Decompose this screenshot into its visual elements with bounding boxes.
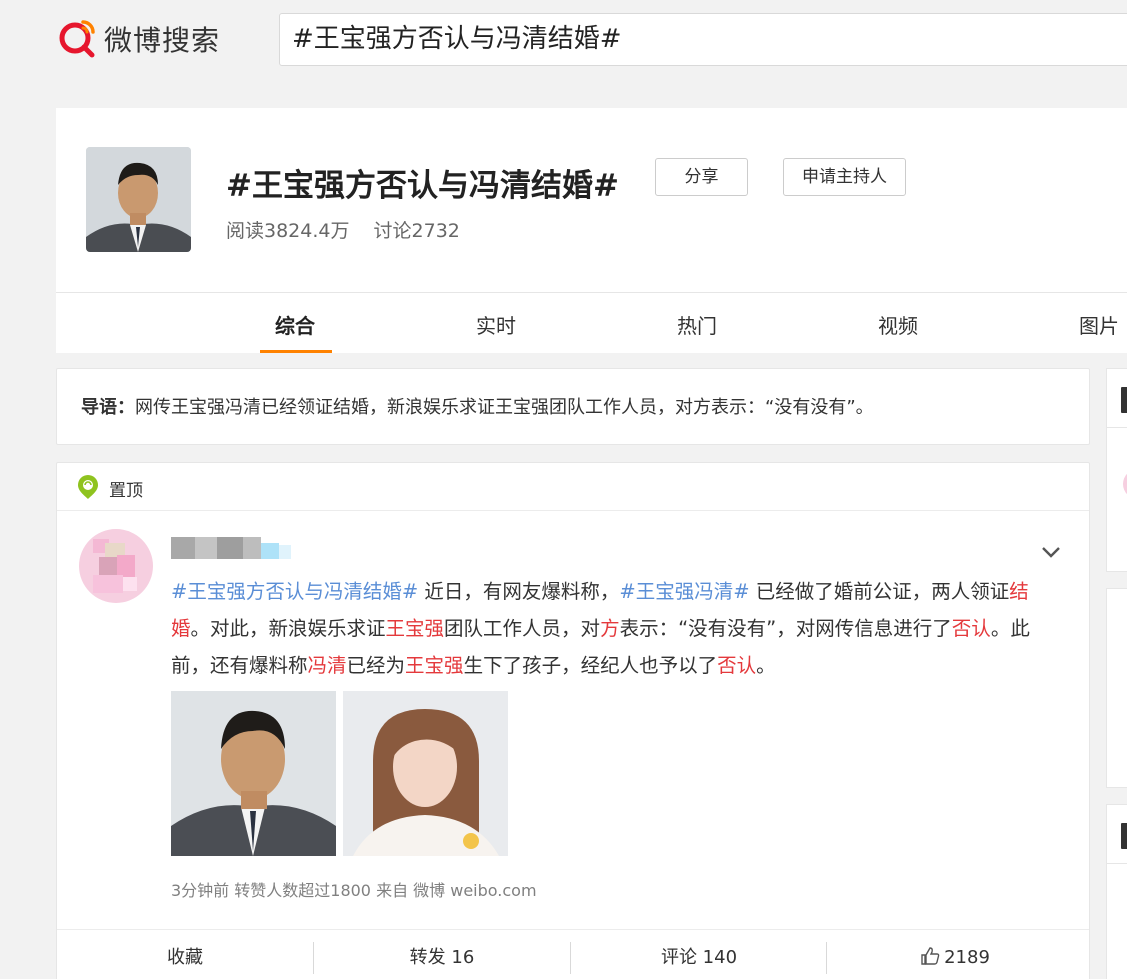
post-text-segment: 近日，有网友爆料称，: [418, 580, 620, 603]
tab-realtime[interactable]: 实时: [476, 310, 516, 339]
topic-stats: 阅读3824.4万 讨论2732: [226, 216, 478, 243]
sidebar-card: [1106, 804, 1127, 979]
logo-search-icon: [59, 20, 95, 58]
post-text-segment: 。: [756, 654, 776, 677]
keyword-highlight: 方: [600, 617, 620, 640]
intro-text: 网传王宝强冯清已经领证结婚，新浪娱乐求证王宝强团队工作人员，对方表示：“没有没有…: [135, 397, 874, 418]
post-actions: 收藏 转发 16 评论 140 2189: [57, 929, 1089, 979]
pin-label: 置顶: [109, 481, 143, 501]
share-button[interactable]: 分享: [655, 158, 748, 196]
sidebar-divider: [1107, 863, 1127, 864]
post-text-segment: 表示：“没有没有”，对网传信息进行了: [619, 617, 952, 640]
post-photos: [171, 691, 508, 856]
pin-bar: 置顶: [57, 463, 1089, 511]
sidebar-heading-fragment: [1121, 387, 1127, 413]
search-input[interactable]: #王宝强方否认与冯清结婚#: [279, 13, 1127, 66]
tab-pictures[interactable]: 图片: [1079, 310, 1119, 339]
topic-avatar: [86, 147, 191, 252]
keyword-highlight: 冯清: [307, 654, 347, 677]
post-text-segment: 团队工作人员，对: [444, 617, 601, 640]
apply-host-button[interactable]: 申请主持人: [783, 158, 906, 196]
topic-header-card: #王宝强方否认与冯清结婚# 分享 申请主持人 阅读3824.4万 讨论2732 …: [56, 108, 1127, 353]
tabs-divider: [56, 292, 1127, 293]
pinned-post-card: 置顶 #王宝强方否认与冯清结婚# 近日，有网友爆料称，#王宝强冯清# 已经做了婚…: [56, 462, 1090, 979]
tab-comprehensive[interactable]: 综合: [275, 310, 315, 339]
tab-video[interactable]: 视频: [878, 310, 918, 339]
post-text-segment: 已经为: [346, 654, 406, 677]
user-avatar[interactable]: [79, 529, 153, 603]
post-photo-man[interactable]: [171, 691, 336, 856]
favorite-button[interactable]: 收藏: [57, 930, 313, 979]
post-meta: 3分钟前 转赞人数超过1800 来自 微博 weibo.com: [171, 881, 537, 900]
comment-button[interactable]: 评论 140: [571, 930, 827, 979]
pin-icon: [78, 475, 98, 499]
sidebar-card: [1106, 588, 1127, 788]
sidebar-card: [1106, 368, 1127, 572]
intro-label: 导语：: [81, 397, 135, 418]
post-photo-woman[interactable]: [343, 691, 508, 856]
read-count: 阅读3824.4万: [226, 220, 350, 242]
topic-tag-link[interactable]: #王宝强方否认与冯清结婚#: [171, 580, 418, 603]
weibo-search-logo[interactable]: 微博搜索: [56, 18, 220, 60]
post-text: #王宝强方否认与冯清结婚# 近日，有网友爆料称，#王宝强冯清# 已经做了婚前公证…: [171, 573, 1051, 684]
repost-button[interactable]: 转发 16: [314, 930, 570, 979]
tab-hot[interactable]: 热门: [677, 310, 717, 339]
user-name-blurred[interactable]: [171, 531, 295, 565]
post-text-segment: 生下了孩子，经纪人也予以了: [463, 654, 718, 677]
sidebar-heading-fragment: [1121, 823, 1127, 849]
keyword-highlight: 王宝强: [385, 617, 445, 640]
topic-tag-link[interactable]: #王宝强冯清#: [619, 580, 749, 603]
topic-title: #王宝强方否认与冯清结婚#: [226, 168, 619, 204]
topic-intro: 导语：网传王宝强冯清已经领证结婚，新浪娱乐求证王宝强团队工作人员，对方表示：“没…: [56, 368, 1090, 445]
chevron-down-icon[interactable]: [1040, 543, 1062, 561]
sidebar-avatar[interactable]: [1123, 469, 1127, 499]
active-tab-indicator: [260, 350, 332, 353]
keyword-highlight: 否认: [717, 654, 757, 677]
thumbs-up-icon: [921, 947, 940, 965]
post-text-segment: 。对此，新浪娱乐求证: [190, 617, 386, 640]
post-text-segment: 已经做了婚前公证，两人领证: [749, 580, 1010, 603]
like-button[interactable]: 2189: [827, 930, 1083, 979]
keyword-highlight: 否认: [951, 617, 991, 640]
sidebar-divider: [1107, 427, 1127, 428]
keyword-highlight: 王宝强: [405, 654, 464, 677]
like-count: 2189: [944, 947, 990, 968]
discussion-count: 讨论2732: [373, 220, 460, 242]
logo-text: 微博搜索: [104, 24, 221, 57]
